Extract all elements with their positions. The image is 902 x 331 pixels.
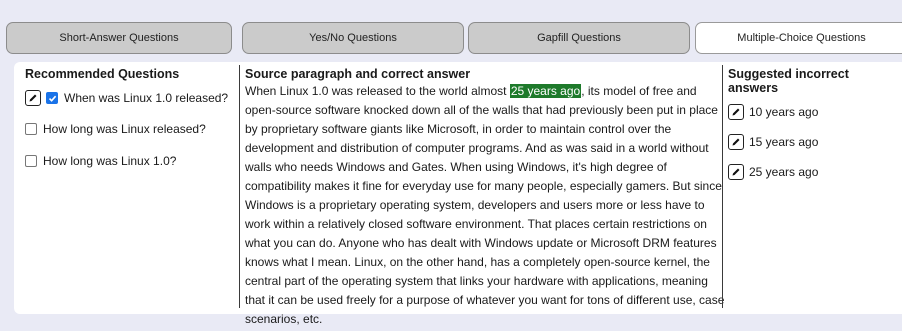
pencil-icon[interactable]: [728, 104, 744, 120]
recommended-question-item: When was Linux 1.0 released?: [25, 89, 237, 107]
incorrect-answers-column: Suggested incorrect answers 10 years ago…: [728, 62, 898, 314]
content-panel: Recommended Questions When was Linux 1.0…: [14, 62, 902, 326]
pencil-icon[interactable]: [728, 134, 744, 150]
paragraph-text-before: When Linux 1.0 was released to the world…: [245, 84, 510, 98]
tab-multiple-choice[interactable]: Multiple-Choice Questions: [695, 22, 902, 54]
tab-short-answer[interactable]: Short-Answer Questions: [6, 22, 232, 54]
column-divider: [239, 65, 240, 308]
recommended-question-item: How long was Linux 1.0?: [25, 152, 237, 170]
incorrect-answer-item: 10 years ago: [728, 103, 898, 121]
question-checkbox[interactable]: [25, 123, 37, 135]
correct-answer-highlight: 25 years ago: [509, 84, 582, 98]
question-checkbox[interactable]: [25, 155, 37, 167]
source-paragraph: When Linux 1.0 was released to the world…: [245, 82, 725, 329]
incorrect-answer-item: 15 years ago: [728, 133, 898, 151]
recommended-question-item: How long was Linux released?: [25, 120, 237, 138]
column-divider: [722, 65, 723, 308]
incorrect-answer-label: 15 years ago: [749, 135, 819, 149]
source-paragraph-column: Source paragraph and correct answer When…: [245, 62, 725, 326]
incorrect-answer-label: 25 years ago: [749, 165, 819, 179]
incorrect-answers-title: Suggested incorrect answers: [728, 67, 849, 95]
recommended-questions-title: Recommended Questions: [25, 67, 180, 81]
incorrect-answer-item: 25 years ago: [728, 163, 898, 181]
question-type-tabs: Short-Answer Questions Yes/No Questions …: [6, 22, 902, 56]
recommended-questions-column: Recommended Questions When was Linux 1.0…: [25, 62, 237, 314]
question-label: How long was Linux released?: [43, 122, 206, 136]
paragraph-text-after: , its model of free and open-source soft…: [245, 84, 725, 326]
incorrect-answer-label: 10 years ago: [749, 105, 819, 119]
pencil-icon[interactable]: [728, 164, 744, 180]
question-label: How long was Linux 1.0?: [43, 154, 177, 168]
tab-gapfill[interactable]: Gapfill Questions: [468, 22, 690, 54]
source-paragraph-title: Source paragraph and correct answer: [245, 67, 471, 81]
checkmark-icon: [48, 95, 56, 102]
pencil-icon[interactable]: [25, 90, 41, 106]
tab-yes-no[interactable]: Yes/No Questions: [242, 22, 464, 54]
question-checkbox[interactable]: [46, 92, 58, 104]
question-label: When was Linux 1.0 released?: [64, 91, 229, 105]
